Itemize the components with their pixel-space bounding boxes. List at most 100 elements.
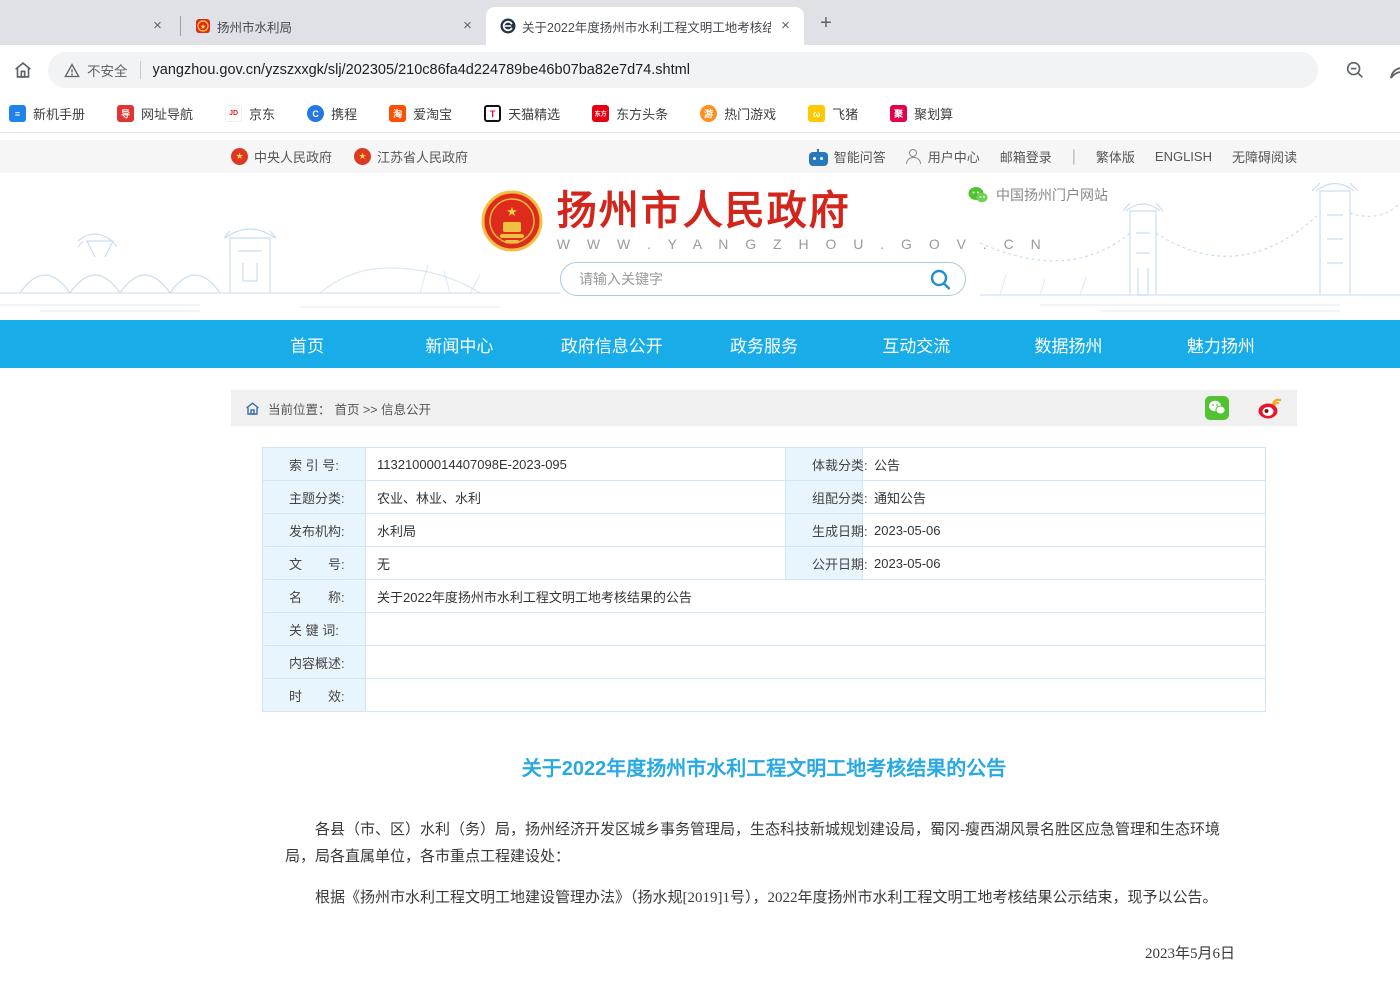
nav-item-新闻中心[interactable]: 新闻中心 [383, 320, 535, 368]
meta-label: 生成日期: [786, 514, 863, 546]
home-icon[interactable] [12, 59, 34, 81]
security-label[interactable]: 不安全 [87, 60, 128, 80]
fliggy-favicon: ω [808, 105, 825, 122]
new-tab-button[interactable]: + [812, 10, 840, 38]
article-paragraph: 各县（市、区）水利（务）局，扬州经济开发区城乡事务管理局，生态科技新城规划建设局… [285, 817, 1235, 871]
topbar-link-label: 智能问答 [834, 147, 886, 166]
bookmark-label: 携程 [331, 104, 357, 123]
meta-label: 组配分类: [786, 481, 863, 513]
topbar-link[interactable]: 邮箱登录 [1000, 147, 1052, 166]
meta-value [366, 679, 1265, 711]
meta-table-row: 索 引 号:11321000014407098E-2023-095体裁分类:公告 [263, 448, 1265, 481]
site-url-caption: W W W . Y A N G Z H O U . G O V . C N [557, 236, 1047, 252]
meta-table: 索 引 号:11321000014407098E-2023-095体裁分类:公告… [262, 447, 1266, 712]
bookmark-item[interactable]: JD 京东 [225, 104, 275, 123]
topbar-link[interactable]: 无障碍阅读 [1232, 147, 1297, 166]
juhuasuan-favicon: 聚 [890, 105, 907, 122]
gov-emblem-icon [354, 148, 371, 165]
not-secure-warning-icon [64, 63, 80, 78]
nav-item-政务服务[interactable]: 政务服务 [688, 320, 840, 368]
bookmark-label: 新机手册 [33, 104, 85, 123]
national-emblem-logo: ★ [481, 190, 543, 252]
bookmark-item[interactable]: C携程 [307, 104, 357, 123]
topbar-link[interactable]: ENGLISH [1155, 149, 1212, 164]
article-date: 2023年5月6日 [231, 942, 1235, 963]
gov-topbar: 中央人民政府江苏省人民政府 智能问答用户中心邮箱登录|繁体版ENGLISH无障碍… [0, 140, 1400, 173]
bookmark-label: 网址导航 [141, 104, 193, 123]
person-icon [906, 149, 922, 165]
topbar-link-label: 无障碍阅读 [1232, 147, 1297, 166]
url-field[interactable]: 不安全 yangzhou.gov.cn/yzszxxgk/slj/202305/… [48, 52, 1318, 88]
bookmark-item[interactable]: 东方东方头条 [592, 104, 668, 123]
bookmark-label: 聚划算 [914, 104, 953, 123]
close-tab-icon[interactable]: × [459, 18, 476, 35]
topbar-link[interactable]: 江苏省人民政府 [354, 147, 468, 166]
main-nav: 首页新闻中心政府信息公开政务服务互动交流数据扬州魅力扬州 [0, 320, 1400, 368]
bookmark-item[interactable]: ≡新机手册 [9, 104, 85, 123]
robot-icon [809, 152, 828, 166]
share-icon[interactable] [1388, 59, 1400, 81]
meta-label: 文 号: [263, 547, 366, 579]
topbar-link[interactable]: 智能问答 [809, 147, 886, 166]
eastday-favicon: 东方 [592, 105, 609, 122]
close-tab-icon[interactable]: × [777, 18, 794, 35]
bookmark-item[interactable]: 聚聚划算 [890, 104, 953, 123]
bookmark-item[interactable]: ω飞猪 [808, 104, 858, 123]
nav-item-数据扬州[interactable]: 数据扬州 [992, 320, 1144, 368]
meta-table-row: 文 号:无公开日期:2023-05-06 [263, 547, 1265, 580]
wechat-share-icon[interactable] [1205, 396, 1229, 420]
meta-value: 11321000014407098E-2023-095 [366, 448, 786, 480]
zoom-out-icon[interactable] [1344, 59, 1366, 81]
site-search [560, 262, 966, 296]
nav-item-互动交流[interactable]: 互动交流 [840, 320, 992, 368]
bookmark-item[interactable]: 淘爱淘宝 [389, 104, 452, 123]
taobao-favicon: 淘 [389, 105, 406, 122]
meta-value: 农业、林业、水利 [366, 481, 786, 513]
breadcrumb-path[interactable]: 首页 >> 信息公开 [335, 399, 432, 418]
bookmark-label: 爱淘宝 [413, 104, 452, 123]
meta-label: 主题分类: [263, 481, 366, 513]
meta-value: 2023-05-06 [863, 547, 1265, 579]
bookmark-item[interactable]: 游热门游戏 [700, 104, 776, 123]
search-icon[interactable] [928, 267, 953, 292]
browser-window: × ★ 扬州市水利局 × 关于2022年度扬州市水利工程文明工地考核结果的公告 … [0, 0, 1400, 133]
weibo-share-icon[interactable] [1257, 396, 1283, 420]
article-title: 关于2022年度扬州市水利工程文明工地考核结果的公告 [231, 752, 1297, 781]
nav-item-政府信息公开[interactable]: 政府信息公开 [536, 320, 688, 368]
meta-value: 通知公告 [863, 481, 1265, 513]
meta-value: 2023-05-06 [863, 514, 1265, 546]
tab-cutoff[interactable]: × [0, 7, 180, 45]
bookmark-label: 京东 [249, 104, 275, 123]
breadcrumb-home-icon [245, 402, 260, 415]
bookmark-label: 热门游戏 [724, 104, 776, 123]
article-paragraph: 根据《扬州市水利工程文明工地建设管理办法》（扬水规[2019]1号），2022年… [285, 885, 1235, 912]
meta-label: 时 效: [263, 679, 366, 711]
jd-favicon: JD [225, 105, 242, 122]
meta-value: 关于2022年度扬州市水利工程文明工地考核结果的公告 [366, 580, 1265, 612]
nav-item-魅力扬州[interactable]: 魅力扬州 [1145, 320, 1297, 368]
meta-table-row: 关 键 词: [263, 613, 1265, 646]
tab-title: 扬州市水利局 [217, 17, 453, 36]
url-text[interactable]: yangzhou.gov.cn/yzszxxgk/slj/202305/210c… [153, 62, 690, 78]
pill-divider [140, 61, 141, 79]
bookmark-label: 东方头条 [616, 104, 668, 123]
topbar-link[interactable]: 用户中心 [906, 147, 980, 166]
meta-table-row: 名 称:关于2022年度扬州市水利工程文明工地考核结果的公告 [263, 580, 1265, 613]
meta-value: 水利局 [366, 514, 786, 546]
topbar-link[interactable]: 中央人民政府 [231, 147, 332, 166]
close-tab-icon[interactable]: × [149, 18, 166, 35]
meta-label: 体裁分类: [786, 448, 863, 480]
bookmark-item[interactable]: T天猫精选 [484, 104, 560, 123]
bookmark-item[interactable]: 导网址导航 [117, 104, 193, 123]
search-input[interactable] [579, 271, 928, 287]
browser-logo-favicon [500, 18, 516, 34]
svg-text:★: ★ [200, 23, 206, 31]
topbar-link-label: 繁体版 [1096, 147, 1135, 166]
tab-active-announcement[interactable]: 关于2022年度扬州市水利工程文明工地考核结果的公告 × [486, 7, 804, 45]
nav-item-首页[interactable]: 首页 [231, 320, 383, 368]
portal-label: 中国扬州门户网站 [996, 185, 1108, 205]
tab-title: 关于2022年度扬州市水利工程文明工地考核结果的公告 [522, 17, 771, 36]
topbar-link[interactable]: 繁体版 [1096, 147, 1135, 166]
tab-shuiliju[interactable]: ★ 扬州市水利局 × [181, 7, 486, 45]
topbar-link-label: ENGLISH [1155, 149, 1212, 164]
